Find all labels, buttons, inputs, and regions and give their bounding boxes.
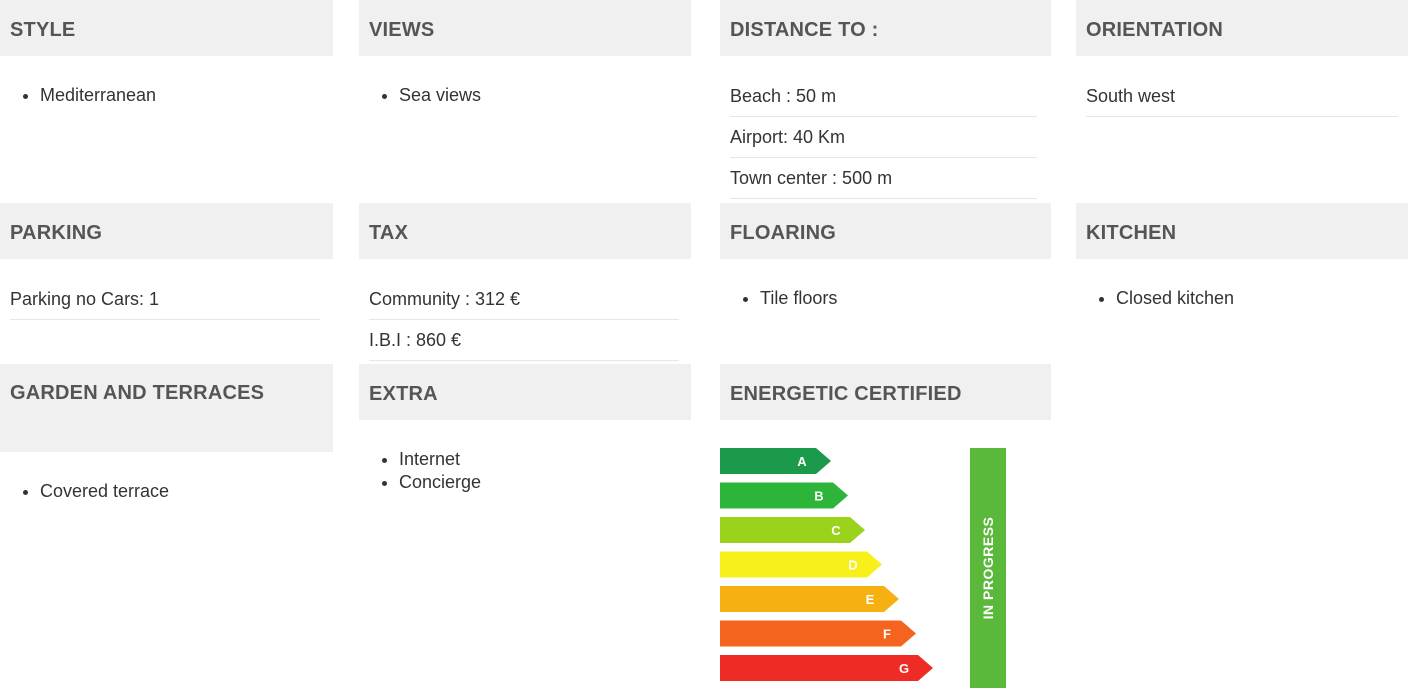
distance-row: Beach : 50 m — [730, 76, 1037, 117]
views-header: VIEWS — [359, 0, 691, 56]
distance-row: Town center : 500 m — [730, 158, 1037, 199]
list-item: Internet — [399, 448, 481, 471]
kitchen-list: Closed kitchen — [1076, 287, 1234, 310]
parking-list: Parking no Cars: 1 — [10, 279, 320, 320]
tax-row: Community : 312 € — [369, 279, 679, 320]
distance-list: Beach : 50 m Airport: 40 Km Town center … — [730, 76, 1037, 199]
kitchen-header: KITCHEN — [1076, 203, 1408, 259]
energy-bar-c — [720, 517, 865, 543]
energy-bar-label: E — [866, 592, 875, 607]
list-item: Covered terrace — [40, 480, 169, 503]
energy-bar-a — [720, 448, 831, 474]
energy-bar-label: B — [814, 489, 823, 504]
garden-section: GARDEN AND TERRACES Covered terrace — [0, 364, 333, 564]
list-item: Closed kitchen — [1116, 287, 1234, 310]
list-item: Tile floors — [760, 287, 837, 310]
energy-rating-graphic: A B C D E F G IN PROGRESS — [720, 448, 1006, 688]
tax-list: Community : 312 € I.B.I : 860 € — [369, 279, 679, 361]
parking-header: PARKING — [0, 203, 333, 259]
orientation-header: ORIENTATION — [1076, 0, 1408, 56]
energy-bar-b — [720, 482, 848, 509]
energy-bar-label: C — [831, 523, 841, 538]
extra-section: EXTRA Internet Concierge — [359, 364, 691, 564]
list-item: Concierge — [399, 471, 481, 494]
views-list: Sea views — [359, 84, 481, 107]
parking-section: PARKING Parking no Cars: 1 — [0, 203, 333, 363]
energy-bar-label: G — [899, 661, 909, 676]
orientation-list: South west — [1086, 76, 1398, 117]
garden-header: GARDEN AND TERRACES — [0, 364, 333, 452]
orientation-row: South west — [1086, 76, 1398, 117]
extra-list: Internet Concierge — [359, 448, 481, 494]
orientation-section: ORIENTATION South west — [1076, 0, 1408, 180]
energy-section: ENERGETIC CERTIFIED A B C D E F G IN PROGRESS — [720, 364, 1051, 689]
kitchen-section: KITCHEN Closed kitchen — [1076, 203, 1408, 363]
distance-header: DISTANCE TO : — [720, 0, 1051, 56]
style-header: STYLE — [0, 0, 333, 56]
extra-header: EXTRA — [359, 364, 691, 420]
list-item: Sea views — [399, 84, 481, 107]
energy-status-label: IN PROGRESS — [980, 517, 996, 620]
energy-bar-label: A — [797, 454, 807, 469]
parking-row: Parking no Cars: 1 — [10, 279, 320, 320]
flooring-list: Tile floors — [720, 287, 837, 310]
style-section: STYLE Mediterranean — [0, 0, 333, 180]
tax-header: TAX — [359, 203, 691, 259]
distance-row: Airport: 40 Km — [730, 117, 1037, 158]
energy-bar-label: D — [848, 558, 857, 573]
list-item: Mediterranean — [40, 84, 156, 107]
flooring-section: FLOARING Tile floors — [720, 203, 1051, 363]
flooring-header: FLOARING — [720, 203, 1051, 259]
energy-header: ENERGETIC CERTIFIED — [720, 364, 1051, 420]
views-section: VIEWS Sea views — [359, 0, 691, 180]
style-list: Mediterranean — [0, 84, 156, 107]
garden-list: Covered terrace — [0, 480, 169, 503]
tax-section: TAX Community : 312 € I.B.I : 860 € — [359, 203, 691, 363]
tax-row: I.B.I : 860 € — [369, 320, 679, 361]
distance-section: DISTANCE TO : Beach : 50 m Airport: 40 K… — [720, 0, 1051, 200]
energy-bar-label: F — [883, 627, 891, 642]
